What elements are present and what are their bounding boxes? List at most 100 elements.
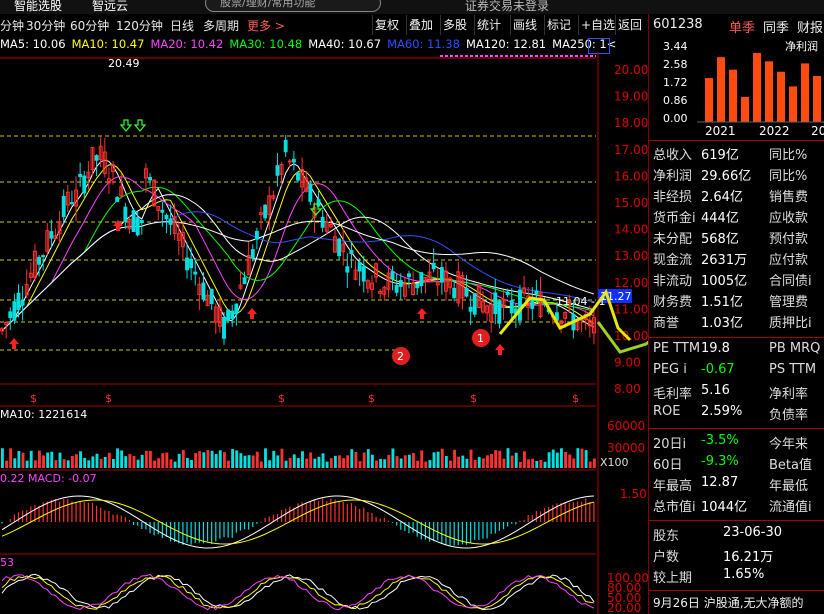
period-tab-120min[interactable]: 120分钟	[116, 17, 163, 34]
net-profit-chart[interactable]: 净利润 3.44 2.58 1.72 0.86 0.00 2021 2022 20	[649, 36, 824, 138]
candle-body	[78, 173, 83, 178]
tab-same-quarter[interactable]: 同季	[763, 17, 789, 36]
volume-bar	[218, 450, 222, 468]
val_rows-label2: 净利率	[769, 387, 809, 402]
mark-button[interactable]: 标记	[544, 15, 573, 35]
ma-legend-item: MA30: 10.48	[229, 37, 303, 51]
back-button[interactable]: 返回	[615, 15, 644, 35]
candle-body	[69, 202, 74, 205]
volume-bar	[321, 453, 325, 468]
stats-button[interactable]: 统计	[474, 15, 503, 35]
period-tab-60min[interactable]: 60分钟	[70, 17, 109, 34]
candle-body	[287, 160, 292, 163]
tab-quarterly[interactable]: 单季	[729, 17, 755, 36]
perf_rows-label: 总市值i	[653, 500, 696, 515]
ma-legend-item: MA10: 10.47	[71, 37, 145, 51]
volume-bar	[383, 459, 387, 468]
volume-bar	[144, 450, 148, 468]
rows-value: 2631万	[701, 253, 748, 268]
buy-arrow-icon	[247, 308, 257, 319]
net-profit-bar	[729, 69, 737, 122]
candle-body	[115, 196, 120, 203]
volume-bar	[535, 461, 539, 468]
volume-bar	[107, 452, 111, 468]
period-tab-daily[interactable]: 日线	[170, 17, 194, 34]
signal-s-marker: $	[368, 392, 375, 405]
fuquan-button[interactable]: 复权	[372, 15, 401, 35]
volume-bar	[350, 449, 354, 468]
price-axis-label: 11.00	[614, 302, 648, 316]
trade-login-link[interactable]: 证券交易未登录	[465, 0, 549, 14]
volume-bar	[412, 452, 415, 468]
smart-select-link[interactable]: 智能选股	[14, 0, 62, 14]
rows-label: 货币金i	[653, 211, 696, 226]
candle-body	[148, 176, 152, 181]
zhiyuan-cloud-link[interactable]: 智远云	[92, 0, 128, 14]
volume-bar	[444, 455, 448, 468]
volume-bar	[313, 458, 317, 468]
volume-bar	[50, 451, 54, 468]
holder_rows-label: 股东	[653, 529, 680, 544]
overlay-button[interactable]: 叠加	[406, 15, 435, 35]
price-axis-label: 8.00	[614, 382, 641, 396]
volume-bar	[366, 449, 370, 468]
buy-arrow-icon	[9, 338, 19, 349]
price-axis-label: 19.00	[614, 90, 648, 104]
volume-bar	[169, 459, 173, 468]
year-2021: 2021	[705, 124, 736, 138]
volume-bar	[140, 454, 144, 468]
rows-label2: 应收款	[769, 211, 809, 226]
candle-body	[8, 311, 13, 319]
volume-bar	[387, 454, 391, 468]
volume-bar	[54, 460, 58, 468]
candle-body	[234, 303, 239, 315]
buy-arrow-icon	[417, 308, 427, 319]
volume-bar	[116, 448, 119, 468]
ma-legend-item: MA120: 12.81	[465, 37, 547, 51]
news-ticker[interactable]: 9月26日 沪股通,无大净额的	[653, 594, 804, 611]
period-tab-1min[interactable]: 分钟	[0, 17, 24, 34]
candle-body	[431, 262, 436, 270]
candle-body	[407, 273, 411, 278]
tab-financial-report[interactable]: 财报	[797, 17, 823, 36]
top-strip: 智能选股 智远云 股票/理财/常用功能 证券交易未登录	[0, 0, 824, 14]
kline-chart[interactable]: 20.0019.0018.0017.0016.0015.0014.0013.00…	[0, 52, 648, 614]
holder_rows-value: 16.21万	[723, 550, 774, 565]
signal-s-marker: $	[30, 392, 37, 405]
rows-label2: 销售费	[769, 190, 809, 205]
net-profit-bar	[789, 86, 797, 122]
volume-bar	[198, 451, 202, 468]
volume-bar	[325, 461, 329, 468]
price-axis-label: 18.00	[614, 116, 648, 130]
search-input[interactable]: 股票/理财/常用功能	[205, 0, 381, 12]
candle-body	[193, 271, 198, 275]
volume-bar	[424, 461, 428, 468]
perf_rows-label: 年最高	[653, 479, 693, 494]
period-tab-multi[interactable]: 多周期	[203, 17, 239, 34]
candle-body	[250, 249, 255, 259]
volume-bar	[264, 448, 267, 468]
volume-bar	[87, 460, 91, 468]
add-watchlist-button[interactable]: +自选	[578, 15, 617, 35]
rows-label: 现金流	[653, 253, 693, 268]
candle-body	[308, 183, 313, 202]
volume-bar	[490, 453, 494, 468]
holder_rows-value: 23-06-30	[723, 525, 783, 540]
ma-line	[1, 211, 595, 332]
volume-bar	[157, 458, 161, 468]
volume-bar	[239, 453, 243, 468]
candle-body	[283, 139, 288, 153]
volume-bar	[74, 454, 78, 468]
badge-1-text: 1	[477, 332, 484, 345]
rows-label2: 预付款	[769, 232, 809, 247]
volume-bar	[1, 448, 4, 468]
period-tab-30min[interactable]: 30分钟	[26, 17, 65, 34]
draw-line-button[interactable]: 画线	[510, 15, 539, 35]
rows-value: 1.03亿	[701, 316, 743, 331]
multi-stock-button[interactable]: 多股	[440, 15, 469, 35]
volume-bar	[66, 460, 70, 468]
candle-body	[320, 216, 325, 228]
volume-bar	[210, 450, 214, 468]
volume-bar	[486, 455, 489, 468]
period-tab-more[interactable]: 更多 >	[247, 17, 285, 34]
